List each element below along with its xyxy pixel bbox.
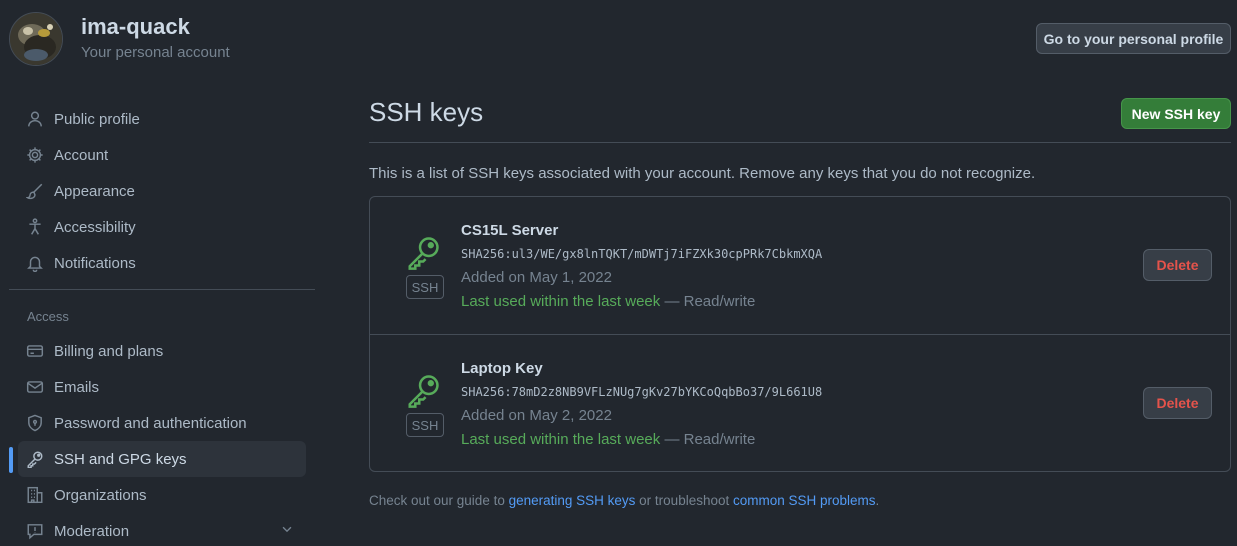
report-icon xyxy=(25,521,45,541)
sidebar-item-public-profile[interactable]: Public profile xyxy=(18,101,306,137)
key-added-date: Added on May 2, 2022 xyxy=(461,407,612,424)
account-header: ima-quack Your personal account Go to yo… xyxy=(0,0,1237,80)
key-title: Laptop Key xyxy=(461,360,543,377)
go-to-profile-button[interactable]: Go to your personal profile xyxy=(1036,23,1231,54)
new-ssh-key-button[interactable]: New SSH key xyxy=(1121,98,1231,129)
accessibility-icon xyxy=(25,217,45,237)
last-used-status: Last used within the last week xyxy=(461,293,661,310)
page-title: SSH keys xyxy=(369,97,484,127)
ssh-key-list: SSH CS15L Server SHA256:ul3/WE/gx8lnTQKT… xyxy=(369,196,1231,472)
key-added-date: Added on May 1, 2022 xyxy=(461,269,612,286)
help-note-prefix: Check out our guide to xyxy=(369,493,509,508)
sidebar-item-label: Notifications xyxy=(54,254,136,272)
chevron-down-icon[interactable] xyxy=(280,522,294,540)
sidebar-item-label: Public profile xyxy=(54,110,140,128)
sidebar-item-moderation[interactable]: Moderation xyxy=(18,513,306,546)
help-note: Check out our guide to generating SSH ke… xyxy=(369,493,879,508)
key-access-level: — Read/write xyxy=(660,431,756,448)
sidebar-item-account[interactable]: Account xyxy=(18,137,306,173)
help-note-middle: or troubleshoot xyxy=(635,493,733,508)
username: ima-quack xyxy=(81,14,190,39)
sidebar-item-label: Account xyxy=(54,146,109,164)
key-last-used: Last used within the last week — Read/wr… xyxy=(461,431,755,448)
sidebar-item-label: Password and authentication xyxy=(54,414,247,432)
paintbrush-icon xyxy=(25,181,45,201)
sidebar-item-billing[interactable]: Billing and plans xyxy=(18,333,306,369)
sidebar-item-label: Emails xyxy=(54,378,100,396)
key-fingerprint: SHA256:78mD2z8NB9VFLzNUg7gKv27bYKCoQqbBo… xyxy=(461,385,823,399)
key-fingerprint: SHA256:ul3/WE/gx8lnTQKT/mDWTj7iFZXk30cpP… xyxy=(461,247,823,261)
generating-ssh-keys-link[interactable]: generating SSH keys xyxy=(509,493,636,508)
common-ssh-problems-link[interactable]: common SSH problems xyxy=(733,493,876,508)
bell-icon xyxy=(25,253,45,273)
sidebar-item-password-auth[interactable]: Password and authentication xyxy=(18,405,306,441)
help-note-suffix: . xyxy=(875,493,880,508)
sidebar-item-label: Appearance xyxy=(54,182,135,200)
sidebar-item-notifications[interactable]: Notifications xyxy=(18,245,306,281)
sidebar-item-organizations[interactable]: Organizations xyxy=(18,477,306,513)
sidebar-item-emails[interactable]: Emails xyxy=(18,369,306,405)
sidebar-divider xyxy=(9,289,315,290)
sidebar-item-ssh-gpg-keys[interactable]: SSH and GPG keys xyxy=(18,441,306,477)
person-icon xyxy=(25,109,45,129)
ssh-key-item: SSH CS15L Server SHA256:ul3/WE/gx8lnTQKT… xyxy=(370,197,1230,334)
organization-icon xyxy=(25,485,45,505)
credit-card-icon xyxy=(25,341,45,361)
settings-page: ima-quack Your personal account Go to yo… xyxy=(0,0,1237,546)
sidebar-group-access-label: Access xyxy=(27,309,69,324)
gear-icon xyxy=(25,145,45,165)
ssh-type-badge: SSH xyxy=(406,275,444,299)
sidebar-item-label: SSH and GPG keys xyxy=(54,450,187,468)
sidebar-item-appearance[interactable]: Appearance xyxy=(18,173,306,209)
sidebar-item-label: Moderation xyxy=(54,522,130,540)
sidebar-item-accessibility[interactable]: Accessibility xyxy=(18,209,306,245)
key-icon xyxy=(405,233,443,271)
key-access-level: — Read/write xyxy=(660,293,756,310)
mail-icon xyxy=(25,377,45,397)
last-used-status: Last used within the last week xyxy=(461,431,661,448)
delete-key-button[interactable]: Delete xyxy=(1143,249,1212,281)
sidebar-item-label: Organizations xyxy=(54,486,147,504)
ssh-key-item: SSH Laptop Key SHA256:78mD2z8NB9VFLzNUg7… xyxy=(370,334,1230,471)
delete-key-button[interactable]: Delete xyxy=(1143,387,1212,419)
ssh-type-badge: SSH xyxy=(406,413,444,437)
key-last-used: Last used within the last week — Read/wr… xyxy=(461,293,755,310)
sidebar-item-label: Accessibility xyxy=(54,218,136,236)
sidebar-item-label: Billing and plans xyxy=(54,342,164,360)
key-icon xyxy=(405,371,443,409)
intro-text: This is a list of SSH keys associated wi… xyxy=(369,165,1036,182)
key-icon xyxy=(25,449,45,469)
active-item-indicator xyxy=(9,447,13,473)
shield-lock-icon xyxy=(25,413,45,433)
title-divider xyxy=(369,142,1231,143)
account-subtitle: Your personal account xyxy=(81,44,230,61)
avatar[interactable] xyxy=(9,12,63,66)
key-title: CS15L Server xyxy=(461,222,559,239)
